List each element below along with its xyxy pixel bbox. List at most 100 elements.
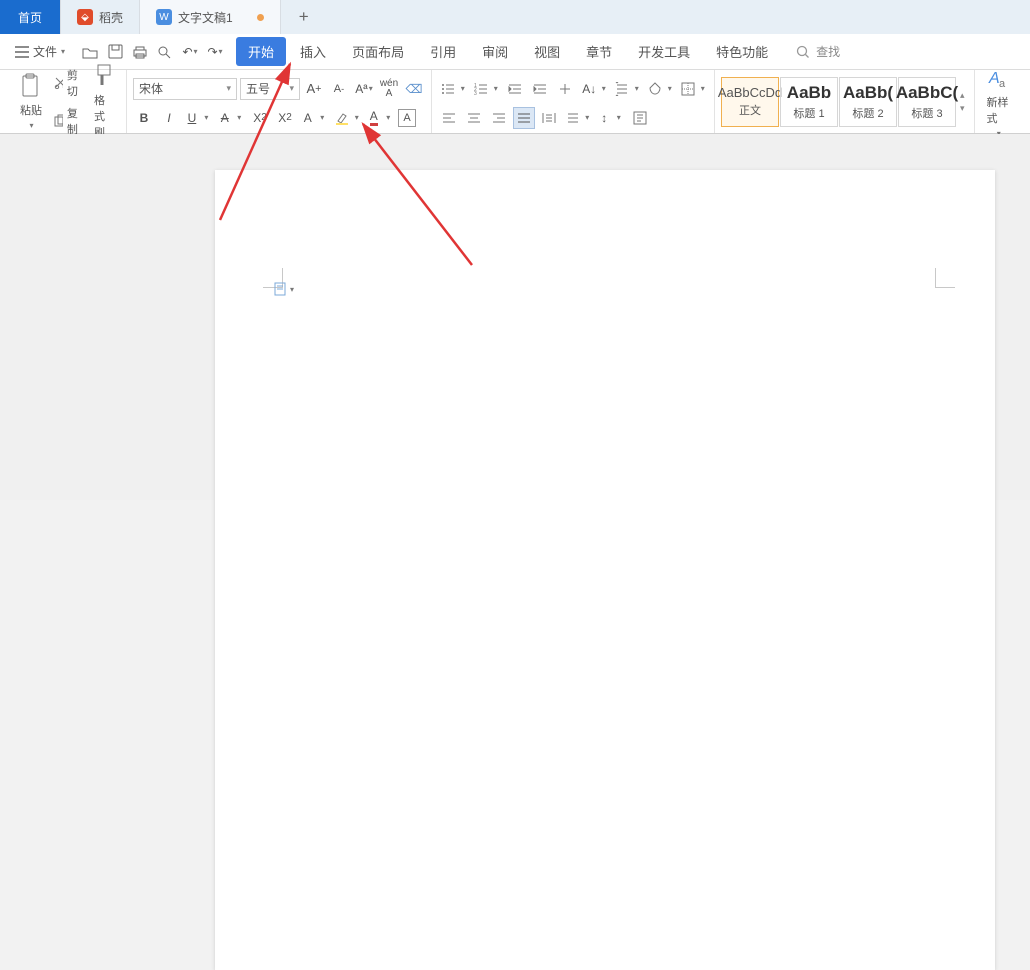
sort-icon[interactable]: A↓▾ [579, 78, 609, 100]
style-heading1[interactable]: AaBb标题 1 [780, 77, 838, 127]
new-style-icon: Aa [987, 65, 1009, 91]
chevron-down-icon: ▾ [960, 103, 965, 114]
tab-document[interactable]: W 文字文稿1 [140, 0, 281, 34]
style-preview: AaBbCcDd [718, 85, 782, 100]
page[interactable]: ▾ [215, 170, 995, 970]
unsaved-dot-icon [257, 14, 264, 21]
svg-text:a: a [999, 78, 1006, 90]
brush-icon [94, 63, 114, 89]
text-direction-icon[interactable]: ↕▾ [596, 107, 626, 129]
number-list-icon[interactable]: 123▾ [471, 78, 501, 100]
tab-docer-label: 稻壳 [99, 9, 123, 26]
phonetic-guide-icon[interactable]: wénA [378, 78, 400, 100]
style-preview: AaBbC( [896, 83, 958, 103]
style-label: 标题 1 [793, 105, 824, 121]
style-label: 标题 2 [852, 105, 883, 121]
underline-icon[interactable]: U▾ [183, 107, 213, 129]
new-style-button[interactable]: Aa 新样式▾ [981, 65, 1016, 138]
menu-special[interactable]: 特色功能 [704, 37, 780, 66]
text-effects-icon[interactable]: A▾ [299, 107, 329, 129]
save-icon[interactable] [106, 43, 124, 61]
bookmark-icon[interactable]: ▾ [273, 282, 294, 296]
menu-insert[interactable]: 插入 [288, 37, 338, 66]
increase-font-icon[interactable]: A+ [303, 78, 325, 100]
subscript-icon[interactable]: X2 [274, 107, 296, 129]
increase-indent-icon[interactable] [529, 78, 551, 100]
align-left-icon[interactable] [438, 107, 460, 129]
decrease-indent-icon[interactable] [504, 78, 526, 100]
char-border-icon[interactable]: A [398, 109, 416, 127]
tab-document-label: 文字文稿1 [178, 9, 233, 26]
quick-access-toolbar: ↶▾ ↷▾ [71, 43, 234, 61]
align-center-icon[interactable] [463, 107, 485, 129]
preview-icon[interactable] [156, 43, 174, 61]
style-more[interactable]: ▴▾ [957, 90, 968, 114]
tab-home[interactable]: 首页 [0, 0, 61, 34]
align-distribute-icon[interactable] [538, 107, 560, 129]
file-menu-label: 文件 [33, 43, 57, 60]
border-icon[interactable]: ▾ [678, 78, 708, 100]
paragraph-settings-icon[interactable] [629, 107, 651, 129]
tab-new[interactable]: + [281, 0, 327, 34]
paste-icon [20, 73, 42, 99]
change-case-icon[interactable]: Aª▾ [353, 78, 375, 100]
style-preview: AaBb( [843, 83, 893, 103]
font-name-select[interactable]: 宋体 ▾ [133, 78, 237, 100]
new-style-label: 新样式 [987, 94, 1010, 126]
align-right-icon[interactable] [488, 107, 510, 129]
format-painter-button[interactable]: 格式刷 [88, 63, 120, 140]
ribbon-toolbar: 粘贴▾ 剪切 复制 格式刷 宋体▾ 五号▾ A+ A- Aª▾ wénA ⌫ B… [0, 70, 1030, 134]
tab-docer[interactable]: ⬙ 稻壳 [61, 0, 140, 34]
menu-view[interactable]: 视图 [522, 37, 572, 66]
menu-review[interactable]: 审阅 [470, 37, 520, 66]
bold-icon[interactable]: B [133, 107, 155, 129]
style-label: 正文 [739, 102, 761, 118]
search-button[interactable]: 查找 [788, 39, 848, 64]
style-heading2[interactable]: AaBb( 标题 2 [839, 77, 897, 127]
menu-start[interactable]: 开始 [236, 37, 286, 66]
group-styles: AaBbCcDd 正文 AaBb标题 1 AaBb( 标题 2 AaBbC( 标题 3… [715, 70, 975, 133]
undo-icon[interactable]: ↶▾ [181, 43, 199, 61]
font-name-value: 宋体 [139, 80, 163, 97]
font-size-select[interactable]: 五号▾ [240, 78, 300, 100]
tab-stops-icon[interactable]: ▾ [563, 107, 593, 129]
title-tab-bar: 首页 ⬙ 稻壳 W 文字文稿1 + [0, 0, 1030, 34]
style-label: 标题 3 [911, 105, 942, 121]
show-marks-icon[interactable] [554, 78, 576, 100]
open-icon[interactable] [81, 43, 99, 61]
group-paragraph: ▾ 123▾ A↓▾ ▾ ▾ ▾ ▾ ↕▾ [432, 70, 715, 133]
print-icon[interactable] [131, 43, 149, 61]
cut-button[interactable]: 剪切 [51, 65, 85, 101]
superscript-icon[interactable]: X2 [249, 107, 271, 129]
menu-reference[interactable]: 引用 [418, 37, 468, 66]
strikethrough-icon[interactable]: A▾ [216, 107, 246, 129]
app-menu-button[interactable]: 文件 ▾ [10, 40, 69, 63]
align-justify-icon[interactable] [513, 107, 535, 129]
clear-format-icon[interactable]: ⌫ [403, 78, 425, 100]
menu-pagelayout[interactable]: 页面布局 [340, 37, 416, 66]
style-body[interactable]: AaBbCcDd 正文 [721, 77, 779, 127]
svg-text:3: 3 [474, 91, 477, 95]
format-painter-label: 格式刷 [94, 92, 114, 140]
line-spacing-icon[interactable]: ▾ [612, 78, 642, 100]
svg-text:A: A [988, 70, 1000, 87]
menu-devtools[interactable]: 开发工具 [626, 37, 702, 66]
style-heading3[interactable]: AaBbC( 标题 3 [898, 77, 956, 127]
italic-icon[interactable]: I [158, 107, 180, 129]
search-icon [796, 45, 810, 59]
document-area: ▾ [0, 134, 1030, 500]
ribbon-menu: 文件 ▾ ↶▾ ↷▾ 开始 插入 页面布局 引用 审阅 视图 章节 开发工具 特… [0, 34, 1030, 70]
shading-icon[interactable]: ▾ [645, 78, 675, 100]
paste-button[interactable]: 粘贴▾ [14, 73, 48, 130]
chevron-down-icon: ▾ [290, 285, 294, 294]
plus-icon: + [299, 7, 309, 27]
menu-chapter[interactable]: 章节 [574, 37, 624, 66]
paste-label: 粘贴 [20, 102, 42, 118]
highlight-icon[interactable]: ▾ [332, 107, 362, 129]
bullet-list-icon[interactable]: ▾ [438, 78, 468, 100]
group-newstyle: Aa 新样式▾ [975, 70, 1022, 133]
chevron-down-icon: ▾ [226, 83, 231, 94]
redo-icon[interactable]: ↷▾ [206, 43, 224, 61]
font-color-icon[interactable]: A▾ [365, 107, 395, 129]
decrease-font-icon[interactable]: A- [328, 78, 350, 100]
